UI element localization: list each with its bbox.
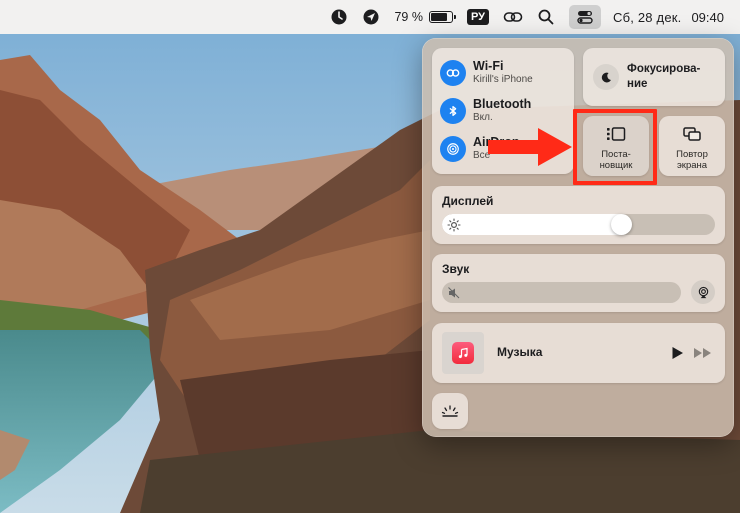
sun-icon xyxy=(447,218,461,232)
keyboard-brightness-icon xyxy=(441,405,459,417)
airplay-audio-icon xyxy=(698,286,708,298)
screen-time-icon[interactable] xyxy=(330,5,348,29)
battery-level-fill xyxy=(430,13,447,21)
wifi-title: Wi-Fi xyxy=(473,59,504,73)
battery-status[interactable]: 79 % xyxy=(394,5,456,29)
screen-mirroring-icon xyxy=(683,127,701,141)
airdrop-icon xyxy=(440,136,466,162)
control-center-panel: Wi-Fi Kirill's iPhone Bluetooth Вкл. Air… xyxy=(422,38,734,437)
screen-mirroring-button[interactable]: Повтор экрана xyxy=(659,116,725,176)
control-center-icon xyxy=(577,11,593,24)
volume-slider[interactable] xyxy=(442,282,681,303)
control-center-button[interactable] xyxy=(569,5,601,29)
sound-module: Звук xyxy=(432,254,725,312)
input-source-menu[interactable]: РУ xyxy=(466,5,489,29)
sound-title: Звук xyxy=(442,262,470,276)
battery-icon xyxy=(428,11,456,23)
red-arrow-annotation xyxy=(488,128,572,166)
display-title: Дисплей xyxy=(442,194,494,208)
music-note-icon xyxy=(452,342,474,364)
music-title: Музыка xyxy=(497,345,543,359)
location-icon[interactable] xyxy=(362,5,380,29)
focus-button[interactable]: Фокусирова-ние xyxy=(583,48,725,106)
battery-percent: 79 % xyxy=(394,10,423,24)
focus-label: Фокусирова-ние xyxy=(627,63,701,90)
highlight-frame xyxy=(573,109,657,185)
brightness-fill xyxy=(442,214,622,235)
bluetooth-subtitle: Вкл. xyxy=(473,112,493,123)
airplay-audio-button[interactable] xyxy=(691,280,715,304)
search-icon[interactable] xyxy=(537,5,555,29)
menubar-time[interactable]: 09:40 xyxy=(691,10,724,25)
fast-forward-icon[interactable] xyxy=(693,346,713,360)
display-module: Дисплей xyxy=(432,186,725,244)
now-playing-module[interactable]: Музыка xyxy=(432,323,725,383)
album-art xyxy=(442,332,484,374)
moon-icon xyxy=(593,64,619,90)
wifi-toggle[interactable]: Wi-Fi Kirill's iPhone xyxy=(440,60,533,86)
brightness-slider[interactable] xyxy=(442,214,715,235)
input-source-label: РУ xyxy=(466,9,489,25)
brightness-slider-knob[interactable] xyxy=(610,214,632,235)
bluetooth-title: Bluetooth xyxy=(473,97,532,111)
screen-mirroring-label: Повтор экрана xyxy=(676,149,708,171)
bluetooth-icon xyxy=(440,98,466,124)
play-icon[interactable] xyxy=(669,345,685,361)
wifi-subtitle: Kirill's iPhone xyxy=(473,74,533,85)
wifi-icon xyxy=(440,60,466,86)
speaker-muted-icon xyxy=(448,287,460,299)
bluetooth-toggle[interactable]: Bluetooth Вкл. xyxy=(440,98,531,124)
hotspot-link-icon[interactable] xyxy=(503,5,523,29)
menu-bar: 79 % РУ Сб, 28 дек. 09:40 xyxy=(0,0,740,34)
keyboard-brightness-button[interactable] xyxy=(432,393,468,429)
menubar-date[interactable]: Сб, 28 дек. xyxy=(613,10,681,25)
